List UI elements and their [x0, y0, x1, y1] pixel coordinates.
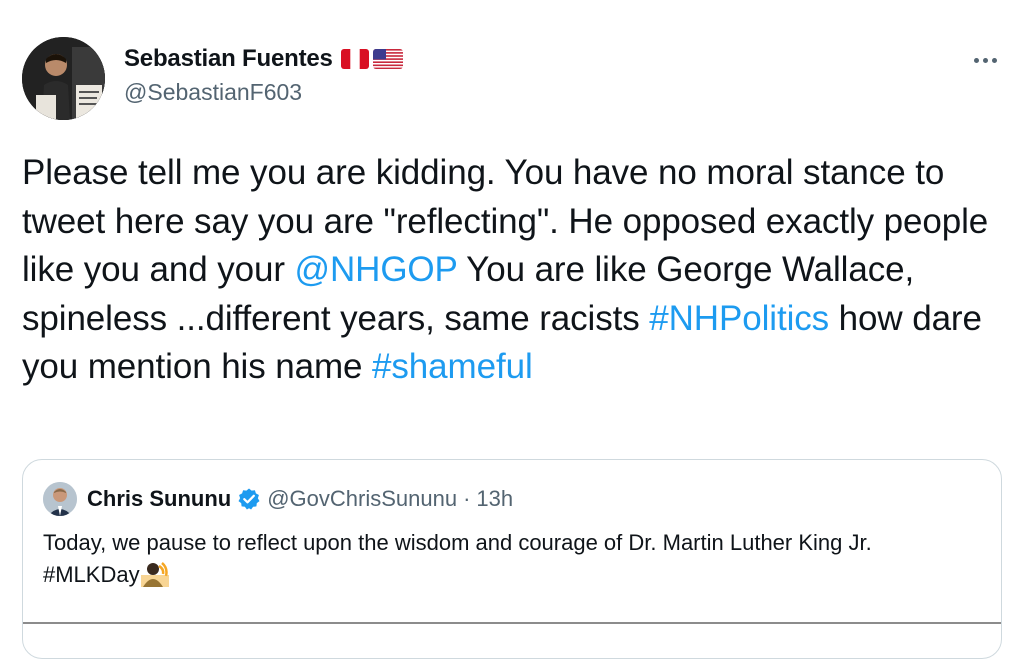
- hashtag-link-nhpolitics[interactable]: #NHPolitics: [649, 299, 829, 338]
- more-options-button[interactable]: [970, 48, 1000, 72]
- peru-flag-icon: [340, 49, 369, 69]
- header-separator: ·: [463, 486, 471, 511]
- quoted-tweet-time[interactable]: 13h: [476, 486, 513, 512]
- more-dot-icon: [991, 57, 997, 63]
- quoted-tweet[interactable]: Chris Sununu @GovChrisSununu · 13h Today…: [22, 459, 1002, 659]
- verified-badge-icon: [238, 488, 260, 510]
- author-display-name[interactable]: Sebastian Fuentes: [124, 45, 333, 73]
- tweet-text: Please tell me you are kidding. You have…: [22, 149, 1012, 392]
- author-flags: [340, 49, 403, 69]
- quoted-author-avatar[interactable]: [43, 482, 77, 516]
- more-dot-icon: [973, 57, 979, 63]
- author-name-row: Sebastian Fuentes: [124, 45, 403, 73]
- mention-link-nhgop[interactable]: @NHGOP: [295, 250, 458, 289]
- quoted-author-name[interactable]: Chris Sununu: [87, 486, 231, 512]
- usa-flag-icon: [372, 49, 403, 69]
- speaking-person-emoji-icon: [140, 561, 169, 596]
- quoted-tweet-text: Today, we pause to reflect upon the wisd…: [43, 527, 973, 596]
- author-handle[interactable]: @SebastianF603: [124, 79, 302, 106]
- quoted-tweet-header: Chris Sununu @GovChrisSununu · 13h: [43, 482, 513, 516]
- author-avatar[interactable]: [22, 37, 105, 120]
- quoted-author-handle[interactable]: @GovChrisSununu: [267, 486, 457, 512]
- more-dot-icon: [982, 57, 988, 63]
- hashtag-link-shameful[interactable]: #shameful: [372, 347, 533, 386]
